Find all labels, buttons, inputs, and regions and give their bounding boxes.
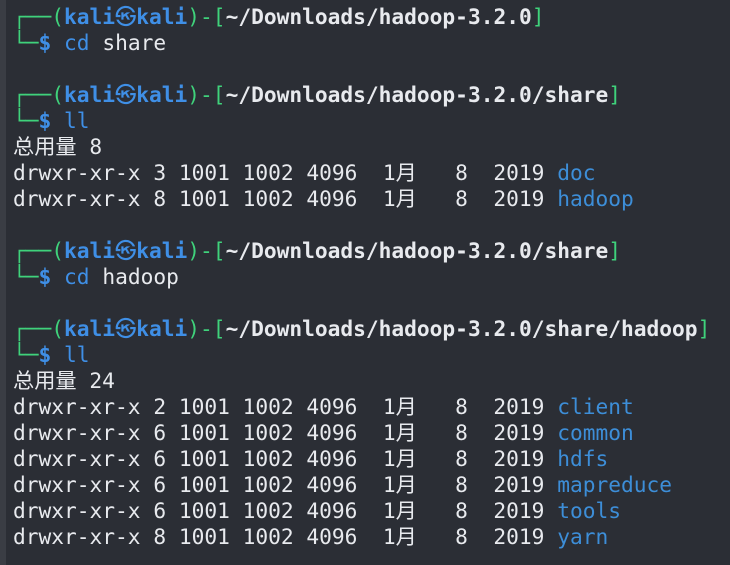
prompt-frame-open: ┌──( — [13, 82, 65, 107]
directory-name: tools — [557, 498, 621, 523]
output-text: drwxr-xr-x 6 1001 1002 4096 1月 8 2019 — [13, 446, 558, 471]
command-name: cd — [64, 264, 90, 289]
prompt-at-symbol: ㉿ — [115, 316, 137, 341]
prompt-user: kali — [64, 82, 116, 107]
prompt-dollar: $ — [38, 342, 52, 367]
output-line: drwxr-xr-x 6 1001 1002 4096 1月 8 2019 hd… — [13, 446, 730, 472]
prompt-line: ┌──(kali㉿kali)-[~/Downloads/hadoop-3.2.0… — [13, 4, 730, 30]
prompt-path: ~/Downloads/hadoop-3.2.0 — [225, 4, 532, 29]
prompt-at-symbol: ㉿ — [115, 82, 137, 107]
output-line: drwxr-xr-x 8 1001 1002 4096 1月 8 2019 ya… — [13, 524, 730, 550]
output-text: drwxr-xr-x 6 1001 1002 4096 1月 8 2019 — [13, 498, 558, 523]
prompt-frame-close: ] — [531, 4, 545, 29]
command-name: ll — [64, 108, 90, 133]
directory-name: hadoop — [557, 186, 634, 211]
output-line: drwxr-xr-x 8 1001 1002 4096 1月 8 2019 ha… — [13, 186, 730, 212]
output-line: drwxr-xr-x 2 1001 1002 4096 1月 8 2019 cl… — [13, 394, 730, 420]
output-text: drwxr-xr-x 2 1001 1002 4096 1月 8 2019 — [13, 394, 558, 419]
prompt-frame-mid: )-[ — [187, 238, 226, 263]
prompt-frame-mid: )-[ — [187, 4, 226, 29]
prompt-host: kali — [136, 82, 188, 107]
prompt-frame-mid: )-[ — [187, 82, 226, 107]
output-line: drwxr-xr-x 3 1001 1002 4096 1月 8 2019 do… — [13, 160, 730, 186]
prompt-line: ┌──(kali㉿kali)-[~/Downloads/hadoop-3.2.0… — [13, 238, 730, 264]
prompt-corner: └─ — [13, 30, 39, 55]
prompt-corner: └─ — [13, 264, 39, 289]
prompt-corner: └─ — [13, 342, 39, 367]
directory-name: client — [557, 394, 634, 419]
output-line: drwxr-xr-x 6 1001 1002 4096 1月 8 2019 ma… — [13, 472, 730, 498]
output-text: 总用量 24 — [13, 368, 115, 393]
directory-name: yarn — [557, 524, 609, 549]
directory-name: mapreduce — [557, 472, 672, 497]
prompt-user: kali — [64, 4, 116, 29]
output-line: drwxr-xr-x 6 1001 1002 4096 1月 8 2019 to… — [13, 498, 730, 524]
command-argument: share — [89, 30, 167, 55]
prompt-line: ┌──(kali㉿kali)-[~/Downloads/hadoop-3.2.0… — [13, 316, 730, 342]
prompt-frame-close: ] — [608, 82, 622, 107]
prompt-frame-close: ] — [697, 316, 711, 341]
prompt-dollar: $ — [38, 108, 52, 133]
prompt-dollar: $ — [38, 30, 52, 55]
prompt-frame-open: ┌──( — [13, 4, 65, 29]
command-line: └─$ cd share — [13, 30, 730, 56]
output-line: drwxr-xr-x 6 1001 1002 4096 1月 8 2019 co… — [13, 420, 730, 446]
prompt-host: kali — [136, 4, 188, 29]
prompt-path: ~/Downloads/hadoop-3.2.0/share — [225, 82, 609, 107]
prompt-frame-close: ] — [608, 238, 622, 263]
prompt-at-symbol: ㉿ — [115, 238, 137, 263]
output-text: drwxr-xr-x 8 1001 1002 4096 1月 8 2019 — [13, 524, 558, 549]
prompt-at-symbol: ㉿ — [115, 4, 137, 29]
prompt-frame-mid: )-[ — [187, 316, 226, 341]
prompt-path: ~/Downloads/hadoop-3.2.0/share/hadoop — [225, 316, 698, 341]
command-line: └─$ ll — [13, 108, 730, 134]
prompt-corner: └─ — [13, 108, 39, 133]
prompt-path: ~/Downloads/hadoop-3.2.0/share — [225, 238, 609, 263]
directory-name: common — [557, 420, 634, 445]
prompt-frame-open: ┌──( — [13, 316, 65, 341]
command-argument: hadoop — [89, 264, 179, 289]
output-line: 总用量 24 — [13, 368, 730, 394]
terminal-output: ┌──(kali㉿kali)-[~/Downloads/hadoop-3.2.0… — [13, 4, 730, 550]
directory-name: doc — [557, 160, 596, 185]
prompt-dollar: $ — [38, 264, 52, 289]
output-text: drwxr-xr-x 6 1001 1002 4096 1月 8 2019 — [13, 472, 558, 497]
prompt-line: ┌──(kali㉿kali)-[~/Downloads/hadoop-3.2.0… — [13, 82, 730, 108]
output-text: drwxr-xr-x 3 1001 1002 4096 1月 8 2019 — [13, 160, 558, 185]
command-name: cd — [64, 30, 90, 55]
output-line: 总用量 8 — [13, 134, 730, 160]
command-name: ll — [64, 342, 90, 367]
scrollbar[interactable] — [0, 0, 6, 565]
output-text: drwxr-xr-x 8 1001 1002 4096 1月 8 2019 — [13, 186, 558, 211]
output-text: 总用量 8 — [13, 134, 103, 159]
prompt-host: kali — [136, 316, 188, 341]
prompt-user: kali — [64, 238, 116, 263]
prompt-user: kali — [64, 316, 116, 341]
prompt-host: kali — [136, 238, 188, 263]
command-line: └─$ cd hadoop — [13, 264, 730, 290]
output-text: drwxr-xr-x 6 1001 1002 4096 1月 8 2019 — [13, 420, 558, 445]
prompt-frame-open: ┌──( — [13, 238, 65, 263]
terminal-window[interactable]: ┌──(kali㉿kali)-[~/Downloads/hadoop-3.2.0… — [0, 0, 730, 565]
directory-name: hdfs — [557, 446, 609, 471]
command-line: └─$ ll — [13, 342, 730, 368]
